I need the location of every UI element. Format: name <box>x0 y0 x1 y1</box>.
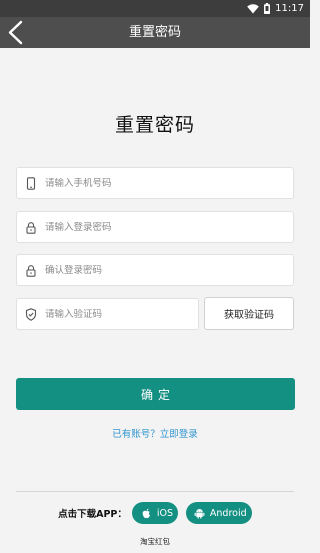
password-field <box>16 211 294 243</box>
nav-title: 重置密码 <box>128 25 181 40</box>
login-link[interactable]: 已有账号？立即登录 <box>0 426 310 440</box>
code-input[interactable] <box>45 308 198 320</box>
phone-input[interactable] <box>45 177 293 189</box>
lock-icon <box>26 264 36 277</box>
ios-download-button[interactable]: iOS <box>131 502 178 524</box>
footer-text: 淘宝红包 <box>140 537 170 546</box>
shield-check-icon <box>25 307 37 321</box>
code-field <box>16 298 199 330</box>
ios-label: iOS <box>156 507 174 519</box>
android-label: Android <box>209 507 247 519</box>
phone-field <box>16 167 294 199</box>
page-title: 重置密码 <box>114 114 195 136</box>
confirm-button[interactable]: 确定 <box>16 378 295 410</box>
android-icon <box>194 508 205 519</box>
password-input[interactable] <box>45 221 293 233</box>
download-row: 点击下载APP： iOS Android <box>0 502 310 524</box>
status-icons: 11:17 <box>247 2 304 15</box>
android-download-button[interactable]: Android <box>185 502 252 524</box>
nav-bar: 重置密码 <box>0 17 310 48</box>
confirm-password-field <box>16 254 294 286</box>
download-label: 点击下载APP： <box>58 509 127 520</box>
wifi-icon <box>247 3 259 14</box>
status-time: 11:17 <box>275 3 304 14</box>
apple-icon <box>142 508 150 518</box>
confirm-password-input[interactable] <box>45 264 293 276</box>
battery-icon <box>264 3 271 14</box>
phone-icon <box>26 176 36 190</box>
get-code-button[interactable]: 获取验证码 <box>204 297 294 330</box>
divider <box>16 491 294 492</box>
status-bar: 11:17 <box>0 0 310 17</box>
lock-icon <box>26 221 36 234</box>
